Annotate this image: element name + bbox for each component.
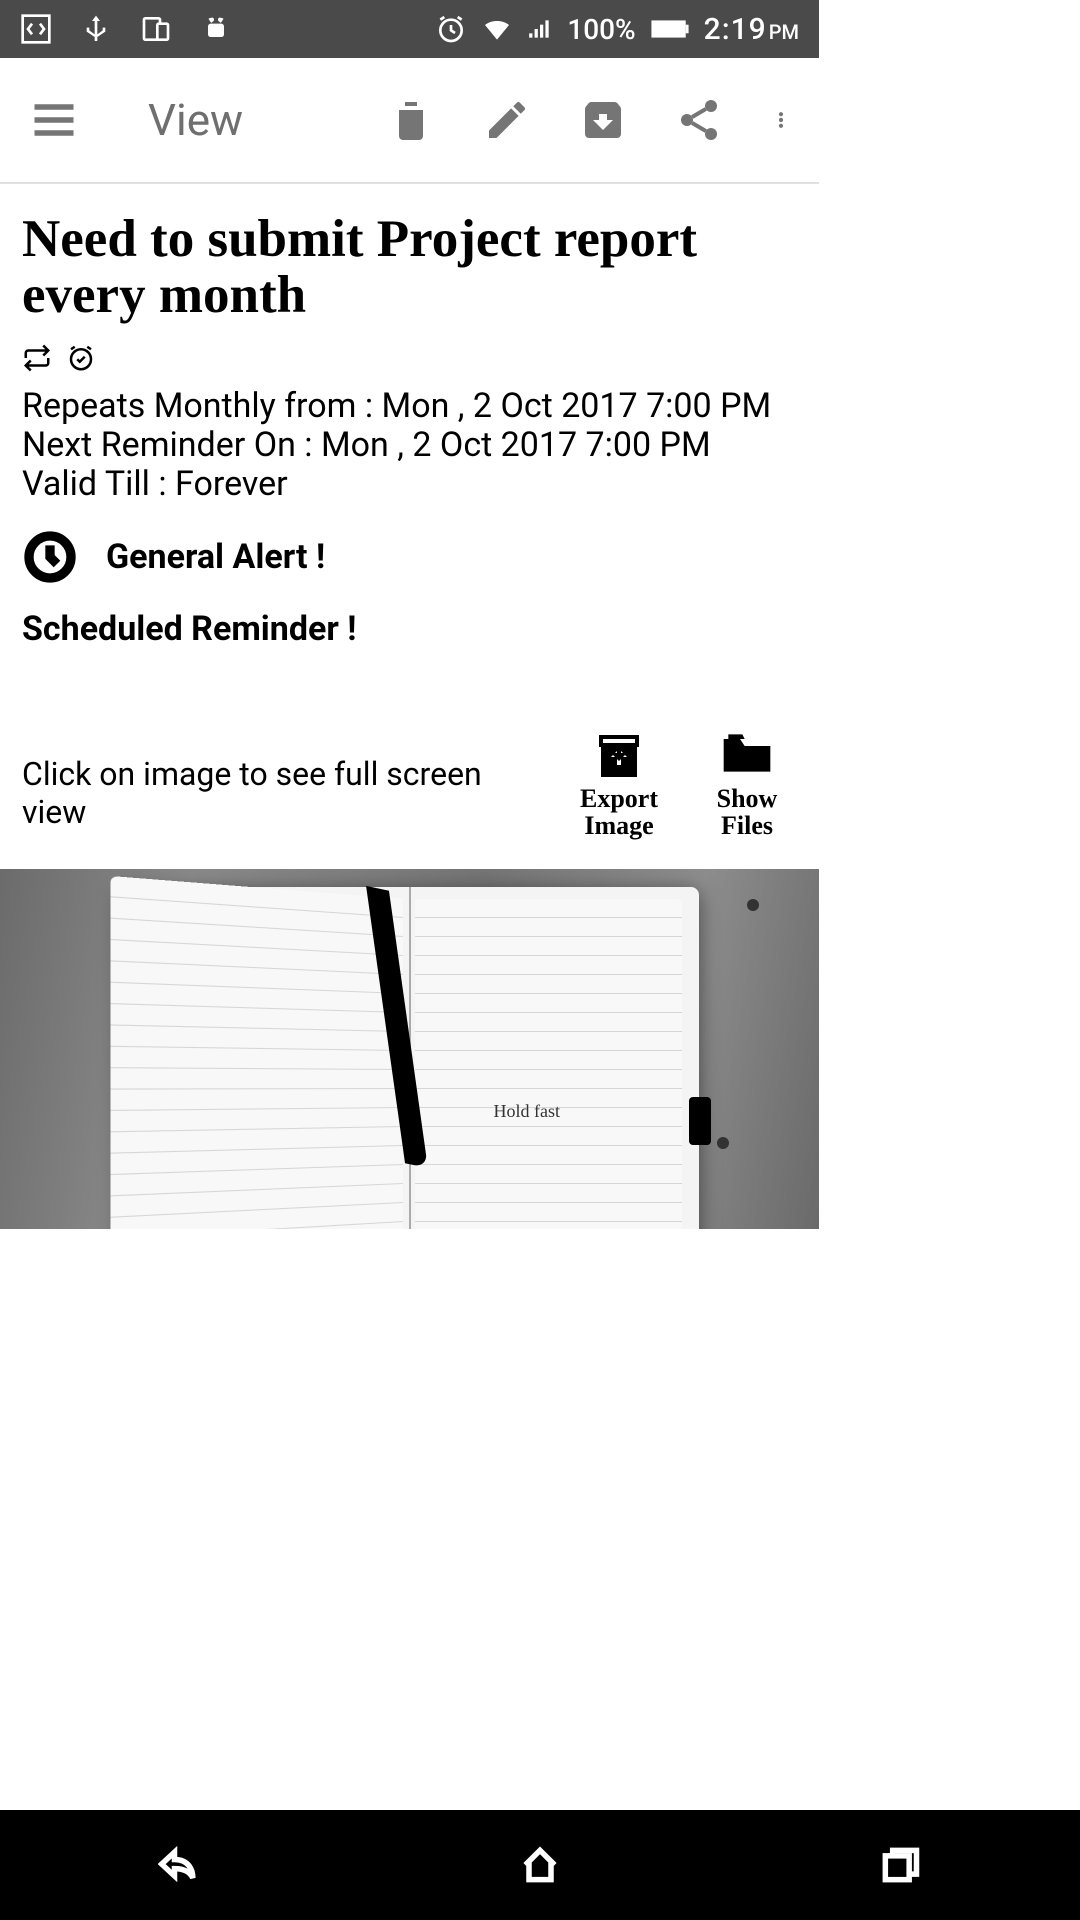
alarm-meta-icon xyxy=(66,343,96,373)
devices-icon xyxy=(140,13,172,45)
android-icon xyxy=(200,13,232,45)
note-title: Need to submit Project report every mont… xyxy=(22,212,797,323)
next-reminder-line: Next Reminder On : Mon , 2 Oct 2017 7:00… xyxy=(22,426,797,465)
image-caption: Hold fast xyxy=(494,1101,561,1122)
menu-icon[interactable] xyxy=(28,94,80,146)
note-image[interactable]: Hold fast xyxy=(0,869,819,1229)
recent-nav-icon[interactable] xyxy=(878,1843,922,1887)
signal-icon xyxy=(527,13,553,45)
scheduled-label: Scheduled Reminder ! xyxy=(22,609,797,649)
export-icon xyxy=(591,729,647,777)
home-nav-icon[interactable] xyxy=(518,1843,562,1887)
delete-icon[interactable] xyxy=(387,96,435,144)
note-content: Need to submit Project report every mont… xyxy=(0,184,819,839)
repeat-icon xyxy=(22,343,52,373)
status-time: 2:19PM xyxy=(704,12,799,47)
edit-icon[interactable] xyxy=(483,96,531,144)
page-title: View xyxy=(148,94,243,146)
more-icon[interactable] xyxy=(771,96,791,144)
battery-percent: 100% xyxy=(567,13,635,46)
code-icon xyxy=(20,13,52,45)
export-label: Export Image xyxy=(569,785,669,840)
alarm-status-icon xyxy=(435,13,467,45)
meta-icons xyxy=(22,343,797,373)
repeats-line: Repeats Monthly from : Mon , 2 Oct 2017 … xyxy=(22,387,797,426)
alert-row: General Alert ! xyxy=(22,529,797,585)
app-bar: View xyxy=(0,58,819,184)
back-nav-icon[interactable] xyxy=(158,1843,202,1887)
show-files-label: Show Files xyxy=(697,785,797,840)
usb-icon xyxy=(80,13,112,45)
system-nav-bar xyxy=(0,1810,1080,1920)
export-image-button[interactable]: Export Image xyxy=(569,729,669,840)
schedule-info: Repeats Monthly from : Mon , 2 Oct 2017 … xyxy=(22,387,797,504)
status-bar: 100% 2:19PM xyxy=(0,0,819,58)
share-icon[interactable] xyxy=(675,96,723,144)
alert-label: General Alert ! xyxy=(106,537,325,577)
valid-till-line: Valid Till : Forever xyxy=(22,465,797,504)
image-hint: Click on image to see full screen view xyxy=(22,755,541,839)
clock-icon xyxy=(22,529,78,585)
folder-icon xyxy=(719,729,775,777)
show-files-button[interactable]: Show Files xyxy=(697,729,797,840)
wifi-icon xyxy=(481,13,513,45)
battery-icon xyxy=(650,18,690,40)
archive-icon[interactable] xyxy=(579,96,627,144)
